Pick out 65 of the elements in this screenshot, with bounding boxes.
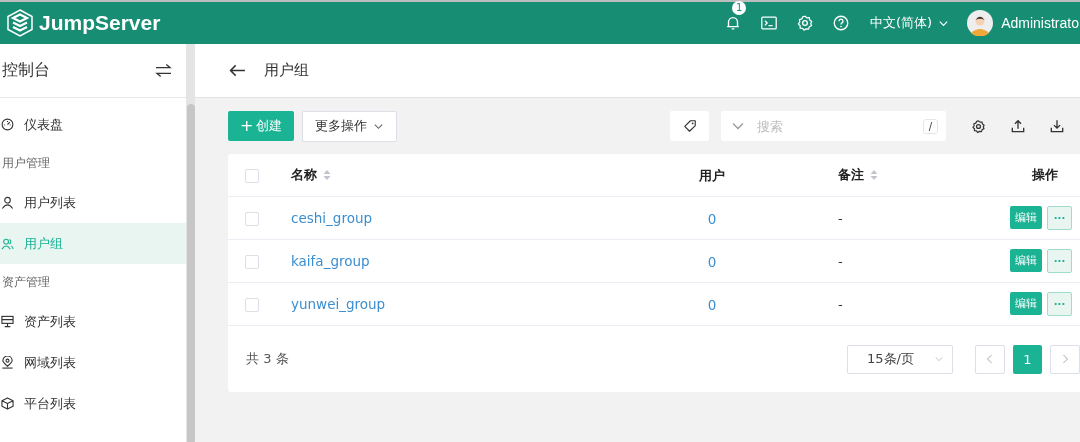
column-header[interactable]: 名称: [291, 166, 331, 184]
nav-section-heading: 用户管理: [1, 155, 51, 172]
group-name-link[interactable]: kaifa_group: [291, 253, 370, 269]
language-dropdown[interactable]: 中文(简体): [870, 14, 950, 32]
nav-item[interactable]: 网域列表: [0, 342, 186, 383]
caret-icon: [934, 354, 944, 364]
column-header: 操作: [1032, 166, 1058, 184]
select-all-checkbox[interactable]: [245, 169, 259, 183]
edit-button[interactable]: 编辑: [1010, 292, 1042, 315]
users-icon: [1, 237, 14, 250]
edit-button[interactable]: 编辑: [1010, 249, 1042, 272]
back-arrow-icon[interactable]: [229, 64, 246, 77]
brand-name: JumpServer: [39, 11, 161, 35]
user-count-link[interactable]: 0: [707, 253, 717, 270]
row-checkbox[interactable]: [245, 298, 259, 312]
create-button[interactable]: + 创建: [228, 111, 295, 141]
user-name[interactable]: Administrato: [1001, 15, 1079, 31]
nav-section-heading: 资产管理: [1, 274, 51, 291]
download-icon[interactable]: [1050, 119, 1064, 133]
monitor-icon: [1, 315, 14, 328]
notification-badge: 1: [732, 1, 747, 15]
settings-icon[interactable]: [971, 118, 986, 134]
tag-filter-button[interactable]: [670, 111, 709, 141]
cube-icon: [1, 397, 14, 410]
location-pin-icon: [1, 356, 14, 369]
user-count-link[interactable]: 0: [707, 296, 717, 313]
page-size-dropdown[interactable]: 15条/页: [847, 344, 953, 374]
sidebar-title: 控制台: [2, 60, 50, 81]
row-checkbox[interactable]: [245, 255, 259, 269]
tag-icon: [682, 119, 697, 133]
logo-icon: [7, 9, 33, 37]
search-bar[interactable]: 搜索 /: [721, 111, 946, 141]
gauge-icon: [1, 118, 14, 131]
row-checkbox[interactable]: [245, 212, 259, 226]
user-icon: [1, 196, 14, 209]
chevron-right-icon: [1061, 354, 1069, 364]
more-button[interactable]: ···: [1047, 206, 1072, 230]
page-button[interactable]: 1: [1013, 344, 1042, 374]
column-header: 用户: [699, 167, 725, 185]
nav-item[interactable]: 资产列表: [0, 301, 186, 342]
swap-icon[interactable]: [155, 63, 172, 78]
page-title: 用户组: [264, 61, 309, 80]
column-header[interactable]: 备注: [838, 166, 878, 184]
chevron-left-icon: [986, 354, 994, 364]
edit-button[interactable]: 编辑: [1010, 206, 1042, 229]
help-icon[interactable]: [832, 14, 851, 32]
terminal-icon[interactable]: [760, 14, 779, 32]
more-actions-dropdown[interactable]: 更多操作: [302, 110, 398, 142]
group-name-link[interactable]: yunwei_group: [291, 296, 386, 312]
more-button[interactable]: ···: [1047, 249, 1072, 273]
comment-cell: -: [838, 253, 843, 269]
upload-icon[interactable]: [1011, 119, 1025, 133]
scrollbar[interactable]: [186, 44, 195, 442]
avatar-icon[interactable]: [967, 10, 994, 36]
shortcut-key: /: [922, 118, 938, 134]
user-count-link[interactable]: 0: [707, 210, 717, 227]
group-name-link[interactable]: ceshi_group: [291, 210, 373, 226]
nav-item[interactable]: 仪表盘: [0, 104, 186, 145]
more-button[interactable]: ···: [1047, 292, 1072, 316]
comment-cell: -: [838, 210, 843, 226]
comment-cell: -: [838, 296, 843, 312]
total-count: 共 3 条: [246, 350, 289, 368]
nav-item[interactable]: 平台列表: [0, 383, 186, 424]
nav-item[interactable]: 用户列表: [0, 182, 186, 223]
nav-item[interactable]: 用户组: [0, 223, 186, 264]
